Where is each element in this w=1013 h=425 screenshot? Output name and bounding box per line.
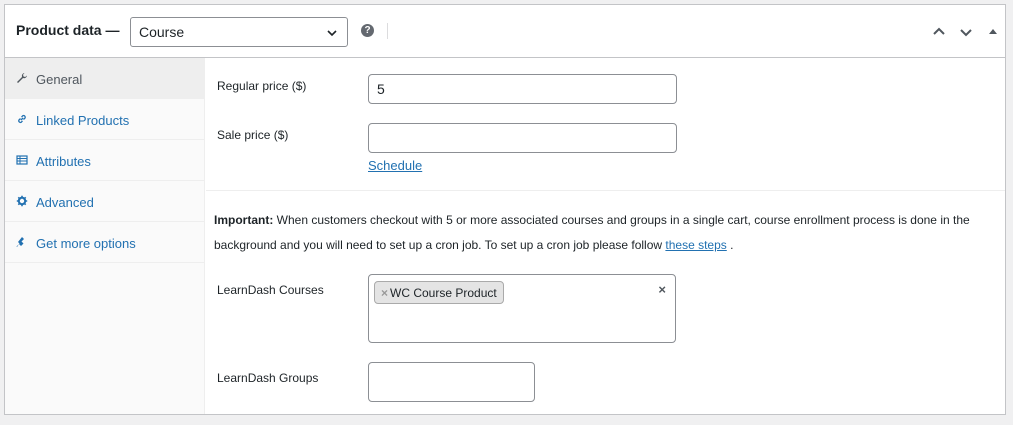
notice-end: .	[726, 238, 734, 252]
tab-linked-products[interactable]: Linked Products	[5, 99, 204, 140]
tab-label: General	[36, 72, 83, 87]
gear-icon	[16, 195, 28, 207]
move-down-icon[interactable]	[958, 24, 974, 40]
these-steps-link[interactable]: these steps	[665, 238, 726, 252]
tab-advanced[interactable]: Advanced	[5, 181, 204, 222]
toggle-collapse-icon[interactable]	[985, 24, 1001, 40]
general-tab-panel: Regular price ($) Sale price ($) Schedul…	[206, 58, 1005, 414]
learndash-courses-select[interactable]: × WC Course Product ×	[368, 274, 676, 343]
panel-header: Product data — Course ?	[5, 5, 1005, 58]
tab-label: Linked Products	[36, 113, 130, 128]
tab-label: Get more options	[36, 236, 136, 251]
selected-course-chip: × WC Course Product	[374, 281, 504, 304]
tab-attributes[interactable]: Attributes	[5, 140, 204, 181]
tab-label: Advanced	[36, 195, 94, 210]
tab-general[interactable]: General	[5, 58, 204, 99]
notice-important: Important:	[214, 213, 274, 227]
chip-label: WC Course Product	[390, 286, 497, 300]
product-type-select[interactable]: Course	[130, 17, 348, 47]
section-divider	[206, 190, 1005, 191]
learndash-groups-select[interactable]	[368, 362, 535, 402]
product-data-panel: Product data — Course ? General Linked P…	[4, 4, 1006, 415]
tab-label: Attributes	[36, 154, 91, 169]
plugin-icon	[16, 237, 24, 247]
clear-selection-icon[interactable]: ×	[658, 282, 666, 297]
learndash-courses-label: LearnDash Courses	[217, 283, 324, 297]
sale-price-label: Sale price ($)	[217, 128, 289, 142]
regular-price-input[interactable]	[368, 74, 677, 104]
remove-chip-icon[interactable]: ×	[381, 286, 388, 300]
panel-title: Product data —	[16, 22, 120, 38]
tab-get-more-options[interactable]: Get more options	[5, 222, 204, 263]
notice-text: When customers checkout with 5 or more a…	[214, 213, 970, 252]
list-table-icon	[16, 155, 28, 165]
product-data-tabs: General Linked Products Attributes Advan…	[5, 58, 205, 414]
move-up-icon[interactable]	[931, 24, 947, 40]
cron-notice: Important: When customers checkout with …	[214, 208, 1004, 258]
schedule-link[interactable]: Schedule	[368, 158, 422, 173]
link-icon	[18, 114, 26, 124]
regular-price-label: Regular price ($)	[217, 79, 307, 93]
product-type-value: Course	[139, 24, 185, 40]
learndash-groups-label: LearnDash Groups	[217, 371, 319, 385]
sale-price-input[interactable]	[368, 123, 677, 153]
chevron-down-icon	[327, 30, 337, 37]
header-divider	[387, 23, 388, 39]
wrench-icon	[17, 73, 27, 83]
help-circle-icon[interactable]: ?	[361, 24, 374, 37]
